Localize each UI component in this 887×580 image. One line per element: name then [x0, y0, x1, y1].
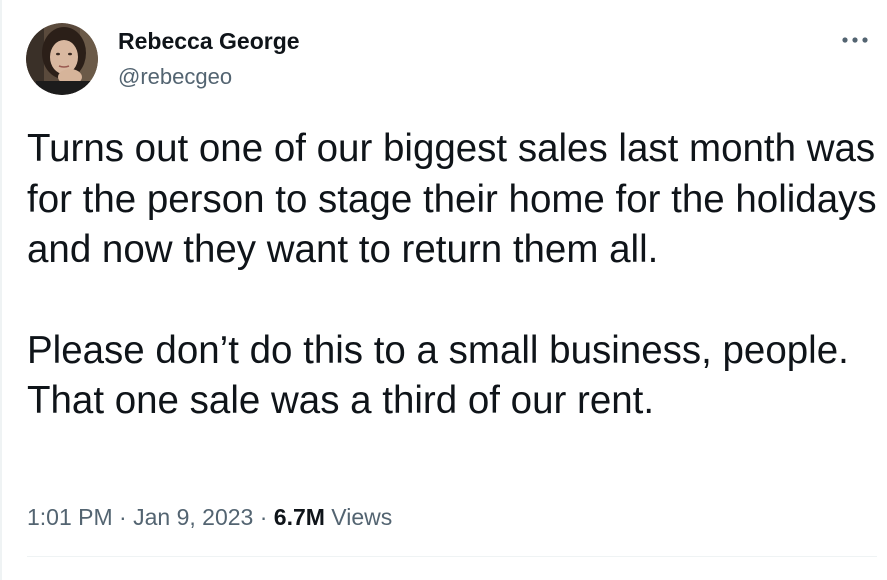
tweet-paragraph: Please don’t do this to a small business…: [27, 328, 849, 423]
tweet-time[interactable]: 1:01 PM: [27, 504, 113, 530]
meta-separator: ·: [253, 504, 274, 530]
more-horizontal-icon: [842, 37, 868, 43]
divider: [27, 556, 877, 557]
meta-separator: ·: [112, 504, 134, 530]
avatar-photo: [26, 23, 98, 95]
views-label: Views: [324, 504, 393, 530]
more-options-button[interactable]: [838, 26, 872, 54]
views-count: 6.7M: [273, 504, 325, 530]
tweet-paragraph: Turns out one of our biggest sales last …: [27, 127, 877, 271]
tweet-date[interactable]: Jan 9, 2023: [133, 504, 253, 530]
panel-edge-divider: [0, 0, 2, 580]
author-handle[interactable]: @rebecgeo: [118, 64, 232, 90]
tweet-meta: 1:01 PM · Jan 9, 2023 · 6.7M Views: [27, 504, 392, 531]
tweet-text: Turns out one of our biggest sales last …: [27, 124, 877, 427]
avatar[interactable]: [26, 23, 98, 95]
tweet-card: Rebecca George @rebecgeo Turns out one o…: [0, 0, 887, 580]
author-display-name[interactable]: Rebecca George: [118, 28, 300, 55]
